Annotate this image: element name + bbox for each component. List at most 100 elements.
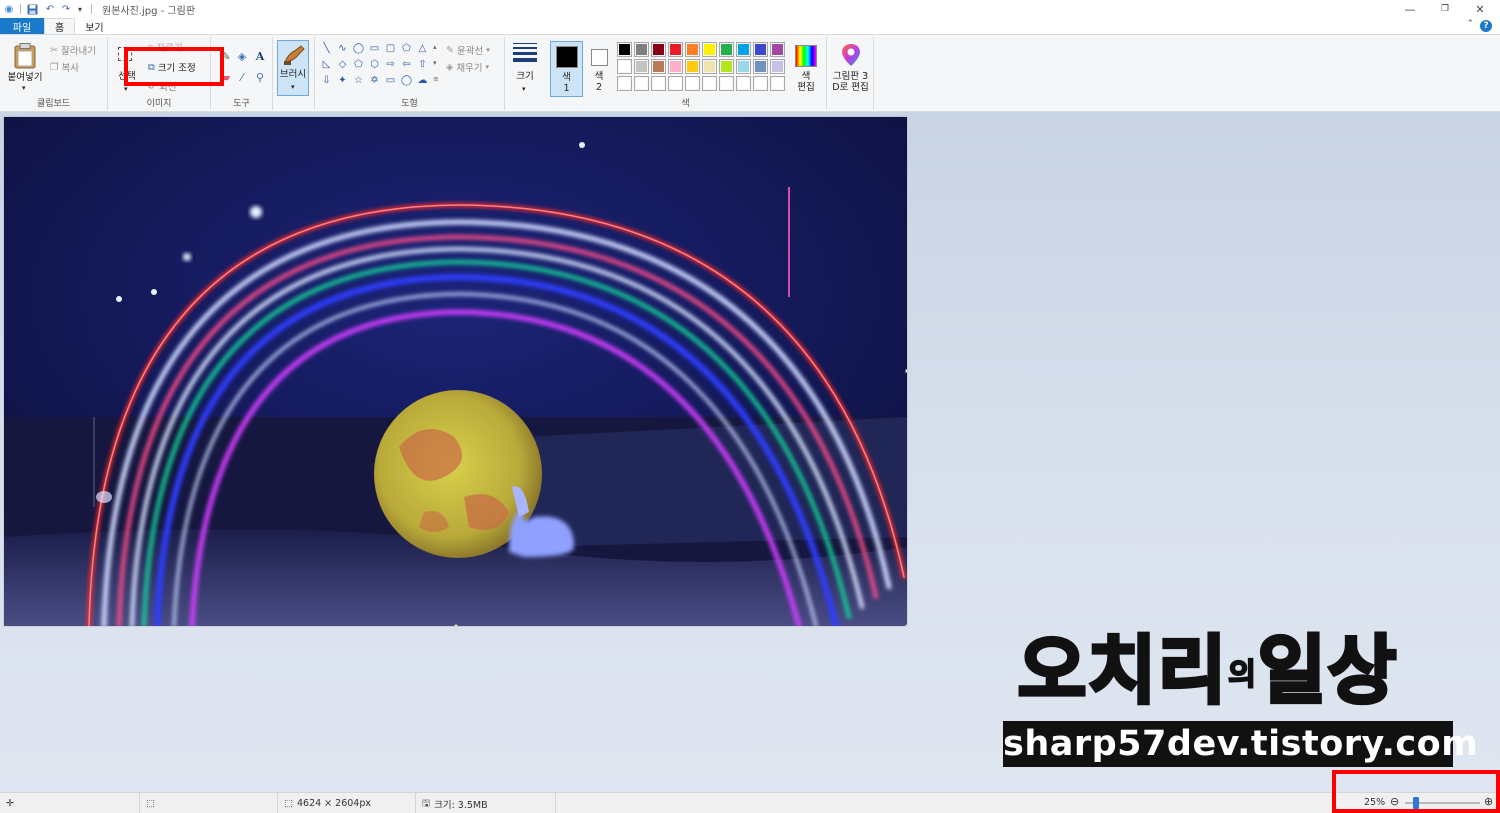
- copy-button[interactable]: ❐ 복사: [50, 60, 80, 75]
- right-triangle-shape-icon[interactable]: ◺: [319, 57, 334, 72]
- brushes-button[interactable]: 브러시 ▾: [277, 40, 309, 96]
- colors-group: 색 1 색 2 색 편집 색: [545, 37, 827, 110]
- resize-handle-bottom[interactable]: [454, 624, 458, 626]
- palette-swatch-fill: [738, 78, 749, 89]
- palette-swatch[interactable]: [668, 59, 683, 74]
- selection-size-icon: ⬚: [146, 798, 155, 809]
- pentagon-shape-icon[interactable]: ⬠: [351, 57, 366, 72]
- palette-swatch[interactable]: [685, 59, 700, 74]
- palette-swatch[interactable]: [668, 76, 683, 91]
- magnifier-icon[interactable]: ⚲: [253, 70, 267, 84]
- palette-swatch[interactable]: [617, 59, 632, 74]
- tab-home[interactable]: 홈: [44, 18, 76, 34]
- palette-swatch[interactable]: [736, 59, 751, 74]
- status-bar: ✛ ⬚ ⬚ 4624 × 2604px 🖫 크기: 3.5MB 25% ⊖ ⊕: [0, 792, 1500, 813]
- palette-swatch[interactable]: [685, 76, 700, 91]
- oval-callout-shape-icon[interactable]: ◯: [399, 73, 414, 88]
- resize-handle-right[interactable]: [905, 369, 907, 373]
- outline-button[interactable]: ✎ 윤곽선 ▾: [446, 43, 490, 58]
- palette-swatch[interactable]: [770, 76, 785, 91]
- cloud-callout-shape-icon[interactable]: ☁: [415, 73, 430, 88]
- four-point-star-shape-icon[interactable]: ✦: [335, 73, 350, 88]
- file-size-cell: 🖫 크기: 3.5MB: [416, 793, 556, 813]
- palette-swatch[interactable]: [617, 76, 632, 91]
- palette-swatch[interactable]: [753, 59, 768, 74]
- edit-with-paint3d-button[interactable]: 그림판 3 D로 편집: [829, 41, 872, 97]
- diamond-shape-icon[interactable]: ◇: [335, 57, 350, 72]
- resize-handle-corner[interactable]: [905, 624, 907, 626]
- fill-bucket-icon[interactable]: ◈: [235, 49, 249, 63]
- palette-swatch[interactable]: [753, 42, 768, 57]
- color2-button[interactable]: 색 2: [585, 41, 613, 97]
- palette-swatch[interactable]: [770, 59, 785, 74]
- palette-swatch[interactable]: [719, 42, 734, 57]
- palette-swatch[interactable]: [702, 76, 717, 91]
- palette-swatch[interactable]: [634, 59, 649, 74]
- palette-swatch[interactable]: [651, 76, 666, 91]
- rounded-rectangle-shape-icon[interactable]: ▢: [383, 41, 398, 56]
- five-point-star-shape-icon[interactable]: ☆: [351, 73, 366, 88]
- copy-label: 복사: [61, 63, 80, 74]
- undo-icon[interactable]: ↶: [43, 2, 57, 16]
- fill-button[interactable]: ◈ 채우기 ▾: [446, 60, 489, 75]
- palette-swatch[interactable]: [736, 42, 751, 57]
- palette-swatch[interactable]: [719, 59, 734, 74]
- palette-swatch[interactable]: [736, 76, 751, 91]
- help-icon[interactable]: ?: [1480, 20, 1492, 32]
- rounded-callout-shape-icon[interactable]: ▭: [383, 73, 398, 88]
- palette-swatch[interactable]: [617, 42, 632, 57]
- palette-swatch[interactable]: [702, 42, 717, 57]
- tab-view[interactable]: 보기: [75, 18, 113, 34]
- oval-shape-icon[interactable]: ◯: [351, 41, 366, 56]
- cut-label: 잘라내기: [60, 46, 96, 57]
- shapes-scroll-up-icon[interactable]: ▴: [433, 43, 437, 51]
- right-arrow-shape-icon[interactable]: ⇨: [383, 57, 398, 72]
- restore-button[interactable]: ❐: [1427, 0, 1463, 18]
- up-arrow-shape-icon[interactable]: ⇧: [415, 57, 430, 72]
- palette-swatch[interactable]: [634, 76, 649, 91]
- collapse-ribbon-icon[interactable]: ⌃: [1466, 19, 1474, 29]
- edit-colors-button[interactable]: 색 편집: [791, 41, 821, 97]
- line-shape-icon[interactable]: ╲: [319, 41, 334, 56]
- canvas-workspace: 오치리의일상 sharp57dev.tistory.com: [0, 112, 1500, 792]
- minimize-button[interactable]: —: [1392, 0, 1428, 18]
- palette-swatch[interactable]: [634, 42, 649, 57]
- color2-label: 색 2: [585, 71, 613, 93]
- palette-swatch[interactable]: [770, 42, 785, 57]
- palette-swatch-fill: [687, 78, 698, 89]
- cut-button[interactable]: ✂ 잘라내기: [50, 43, 96, 58]
- color2-label-line1: 색: [594, 71, 604, 82]
- curve-shape-icon[interactable]: ∿: [335, 41, 350, 56]
- palette-swatch[interactable]: [719, 76, 734, 91]
- polygon-shape-icon[interactable]: ⬠: [399, 41, 414, 56]
- color-picker-icon[interactable]: ⁄: [235, 70, 249, 84]
- customize-toolbar-icon[interactable]: ▾: [73, 2, 87, 16]
- palette-swatch-fill: [721, 44, 732, 55]
- palette-swatch-fill: [670, 78, 681, 89]
- palette-swatch-fill: [704, 61, 715, 72]
- color1-button[interactable]: 색 1: [550, 41, 583, 97]
- palette-swatch[interactable]: [651, 42, 666, 57]
- palette-swatch[interactable]: [685, 42, 700, 57]
- left-arrow-shape-icon[interactable]: ⇦: [399, 57, 414, 72]
- image-canvas[interactable]: [4, 117, 907, 626]
- palette-swatch[interactable]: [702, 59, 717, 74]
- shapes-more-icon[interactable]: ≡: [433, 75, 439, 83]
- six-point-star-shape-icon[interactable]: ✡: [367, 73, 382, 88]
- size-button[interactable]: 크기 ▾: [509, 41, 541, 97]
- color1-swatch: [556, 46, 578, 68]
- tab-file[interactable]: 파일: [0, 18, 44, 34]
- paste-button[interactable]: 붙여넣기 ▾: [4, 39, 44, 95]
- down-arrow-shape-icon[interactable]: ⇩: [319, 73, 334, 88]
- palette-swatch[interactable]: [651, 59, 666, 74]
- shapes-scroll-down-icon[interactable]: ▾: [433, 59, 437, 67]
- rectangle-shape-icon[interactable]: ▭: [367, 41, 382, 56]
- redo-icon[interactable]: ↷: [59, 2, 73, 16]
- palette-swatch[interactable]: [668, 42, 683, 57]
- close-button[interactable]: ✕: [1462, 0, 1498, 18]
- save-icon[interactable]: [25, 2, 39, 16]
- palette-swatch[interactable]: [753, 76, 768, 91]
- hexagon-shape-icon[interactable]: ⬡: [367, 57, 382, 72]
- text-icon[interactable]: A: [253, 49, 267, 63]
- triangle-shape-icon[interactable]: △: [415, 41, 430, 56]
